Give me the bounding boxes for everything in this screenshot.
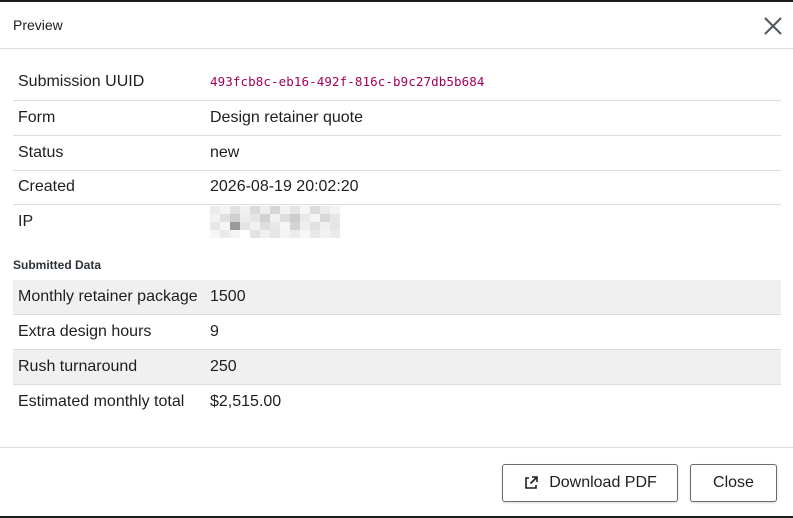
- modal-title: Preview: [13, 17, 63, 33]
- created-value: 2026-08-19 20:02:20: [210, 178, 359, 195]
- field-label: Rush turnaround: [13, 349, 205, 385]
- submitted-data-heading: Submitted Data: [13, 257, 102, 272]
- modal-body: Submission UUID 493fcb8c-eb16-492f-816c-…: [13, 65, 781, 420]
- table-row: Estimated monthly total $2,515.00: [13, 385, 781, 420]
- table-row: Rush turnaround 250: [13, 349, 781, 385]
- field-label: Extra design hours: [18, 323, 152, 340]
- preview-modal: Preview Submission UUID 493fcb8c-eb16-49…: [0, 0, 793, 518]
- detail-label: IP: [18, 212, 34, 230]
- modal-footer: Download PDF Close: [0, 447, 793, 518]
- detail-row-ip: IP: [13, 204, 781, 239]
- detail-row-status: Status new: [13, 135, 781, 170]
- field-value: 250: [205, 349, 781, 385]
- detail-label: Submission UUID: [18, 73, 145, 91]
- close-icon[interactable]: [762, 15, 784, 37]
- submitted-data-table: Monthly retainer package 1500 Extra desi…: [13, 279, 781, 420]
- detail-row-form: Form Design retainer quote: [13, 100, 781, 135]
- redacted-ip-mosaic: [210, 205, 340, 239]
- detail-row-uuid: Submission UUID 493fcb8c-eb16-492f-816c-…: [13, 65, 781, 100]
- detail-row-created: Created 2026-08-19 20:02:20: [13, 170, 781, 204]
- field-value: 1500: [205, 279, 781, 315]
- close-button[interactable]: Close: [690, 464, 777, 502]
- submission-uuid-value: 493fcb8c-eb16-492f-816c-b9c27db5b684: [210, 74, 485, 90]
- status-value: new: [210, 143, 240, 161]
- external-link-icon: [523, 475, 539, 491]
- field-value: $2,515.00: [210, 393, 282, 411]
- field-label: Estimated monthly total: [18, 393, 185, 411]
- download-pdf-label: Download PDF: [549, 474, 657, 491]
- detail-label: Created: [18, 178, 75, 195]
- download-pdf-button[interactable]: Download PDF: [502, 464, 678, 502]
- detail-label: Form: [18, 108, 56, 126]
- submission-details-table: Submission UUID 493fcb8c-eb16-492f-816c-…: [13, 65, 781, 239]
- form-value: Design retainer quote: [210, 108, 363, 126]
- table-row: Monthly retainer package 1500: [13, 279, 781, 315]
- detail-label: Status: [18, 143, 64, 161]
- table-row: Extra design hours 9: [13, 315, 781, 350]
- field-label: Monthly retainer package: [13, 279, 205, 315]
- field-value: 9: [210, 323, 219, 340]
- modal-header: Preview: [0, 2, 793, 49]
